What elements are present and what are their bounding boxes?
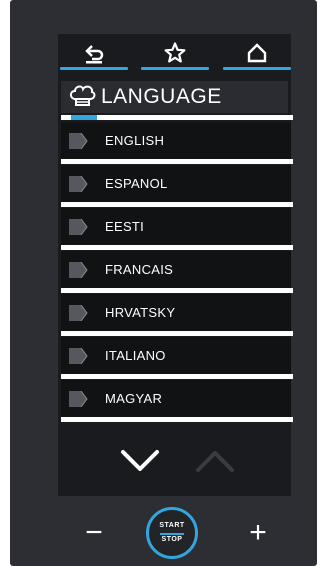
list-item-label: ITALIANO	[105, 348, 166, 363]
list-item-label: ENGLISH	[105, 133, 165, 148]
chevron-right-icon	[69, 261, 88, 278]
chevron-right-icon	[69, 218, 88, 235]
nav-underline	[223, 67, 291, 70]
list-item-label: HRVATSKY	[105, 305, 176, 320]
list-item-label: EESTI	[105, 219, 145, 234]
page-header: LANGUAGE	[61, 81, 288, 113]
divider	[61, 331, 293, 336]
start-stop-divider	[160, 533, 184, 535]
list-item-francais[interactable]: FRANCAIS	[61, 251, 293, 293]
header-accent	[71, 115, 97, 120]
divider	[61, 374, 293, 379]
list-item-magyar[interactable]: MAGYAR	[61, 380, 293, 422]
chevron-right-icon	[69, 390, 88, 407]
star-icon	[163, 41, 187, 65]
stop-label: STOP	[161, 536, 183, 543]
home-icon	[245, 41, 269, 65]
start-label: START	[159, 522, 185, 529]
chevron-down-icon	[121, 450, 159, 471]
list-item-eesti[interactable]: EESTI	[61, 208, 293, 250]
list-item-espanol[interactable]: ESPANOL	[61, 165, 293, 207]
back-button[interactable]	[60, 36, 128, 70]
chevron-right-icon	[69, 304, 88, 321]
nav-underline	[141, 67, 209, 70]
divider	[61, 417, 293, 422]
list-item-italiano[interactable]: ITALIANO	[61, 337, 293, 379]
minus-button[interactable]: −	[80, 516, 108, 549]
divider	[61, 202, 293, 207]
favorite-button[interactable]	[141, 36, 209, 70]
chef-hat-icon	[67, 83, 97, 111]
page-title: LANGUAGE	[101, 85, 222, 108]
chevron-right-icon	[69, 132, 88, 149]
chevron-right-icon	[69, 347, 88, 364]
divider	[61, 245, 293, 250]
list-item-label: FRANCAIS	[105, 262, 174, 277]
list-item-label: MAGYAR	[105, 391, 163, 406]
scroll-down-button[interactable]	[120, 446, 160, 476]
chevron-right-icon	[69, 175, 88, 192]
nav-underline	[60, 67, 128, 70]
list-item-hrvatsky[interactable]: HRVATSKY	[61, 294, 293, 336]
list-item-english[interactable]: ENGLISH	[61, 122, 293, 164]
back-arrow-icon	[83, 42, 105, 64]
plus-button[interactable]: +	[244, 516, 272, 549]
divider	[61, 288, 293, 293]
chevron-up-icon	[196, 451, 234, 472]
list-item-label: ESPANOL	[105, 176, 168, 191]
header-divider	[61, 115, 293, 120]
scroll-up-button[interactable]	[195, 446, 235, 476]
home-button[interactable]	[223, 36, 291, 70]
divider	[61, 159, 293, 164]
start-stop-button[interactable]: START STOP	[146, 507, 198, 559]
